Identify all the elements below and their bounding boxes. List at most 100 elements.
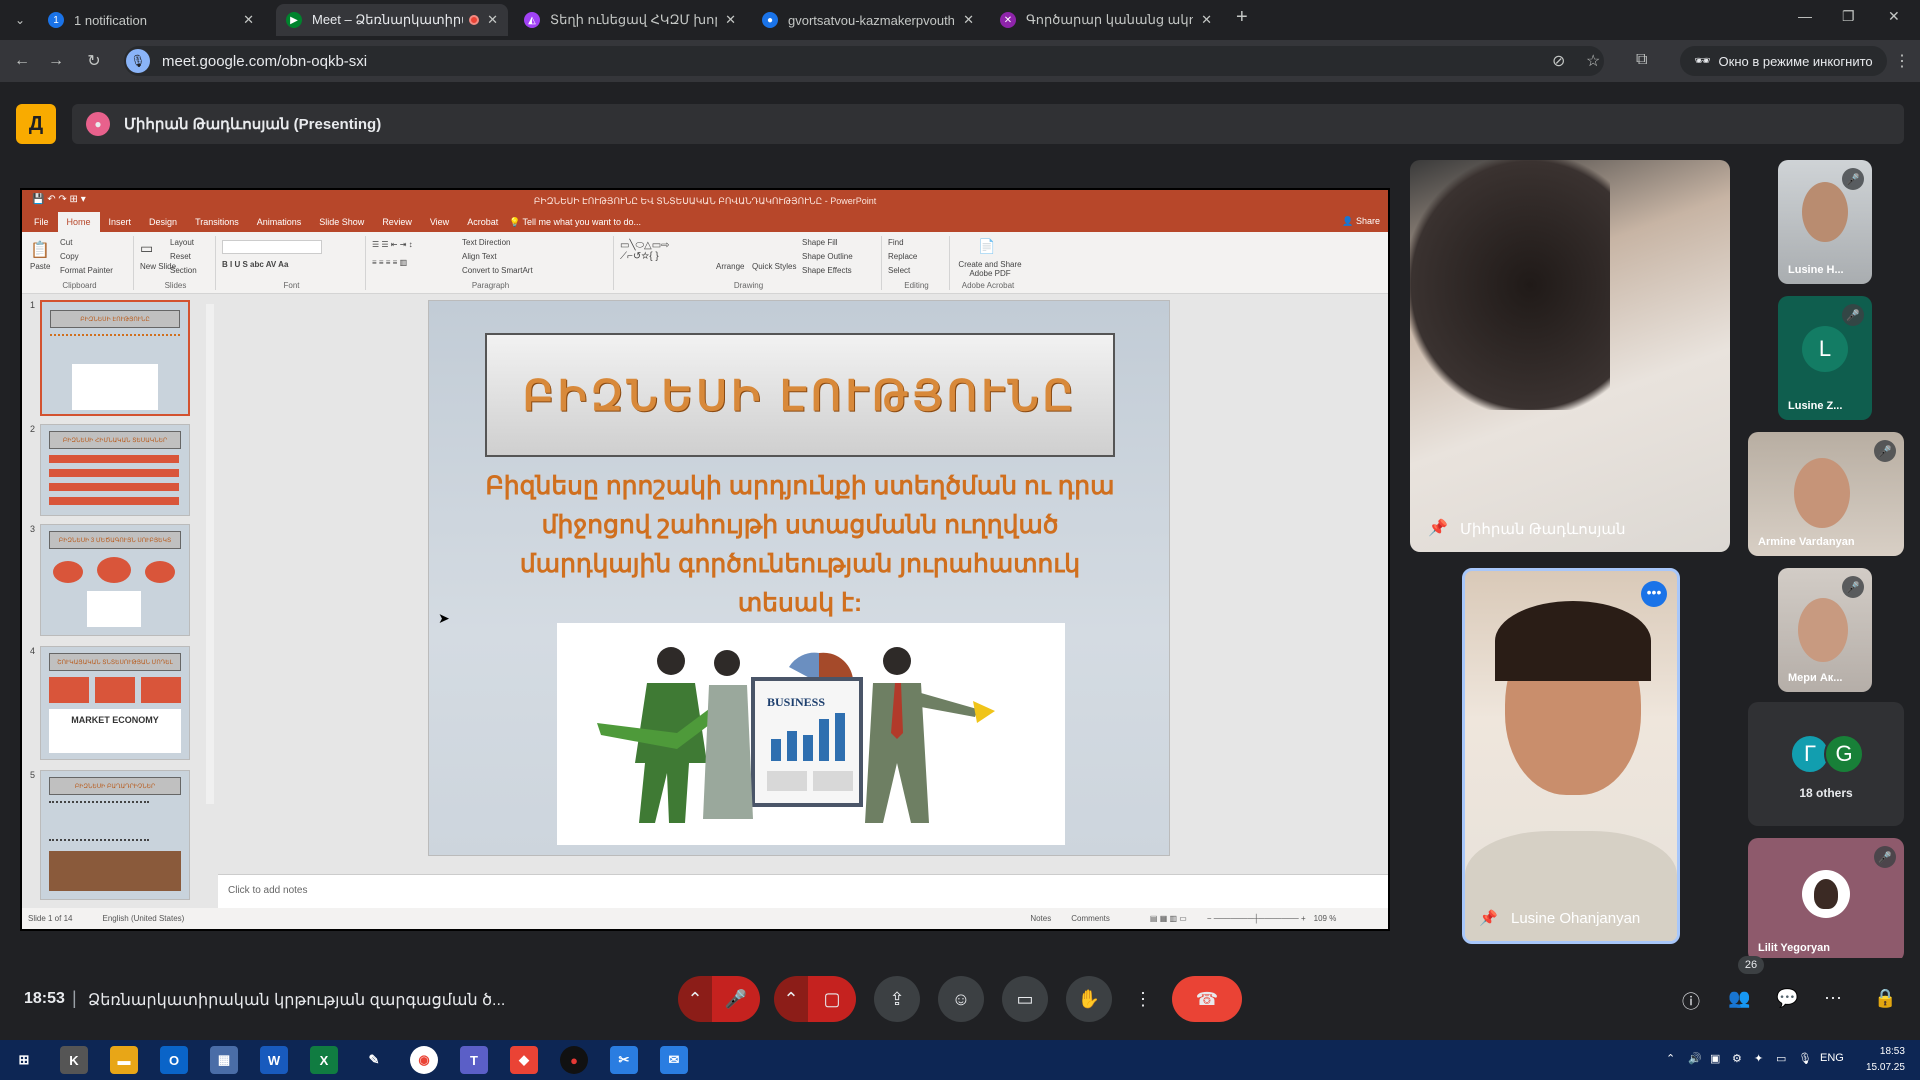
camera-options-chevron-icon[interactable]: ⌃ [774, 976, 808, 1022]
app-logo-icon[interactable]: Д [16, 104, 56, 144]
scissors-icon[interactable]: ✂ [610, 1046, 638, 1074]
minimize-icon[interactable]: — [1798, 8, 1812, 24]
more-options-button[interactable]: ⋮ [1130, 976, 1156, 1022]
close-icon[interactable]: ✕ [243, 12, 254, 28]
chat-icon[interactable]: 💬 [1776, 988, 1798, 1009]
ppt-share-label: Share [1355, 216, 1380, 226]
tab-link[interactable]: ● gvortsatvou-kazmakerpvouthy ✕ [752, 4, 984, 36]
video-tile-meri[interactable]: 🎤 Мери Ак... [1778, 568, 1872, 692]
participant-name: Armine Vardanyan [1758, 536, 1855, 548]
thumb-title: ԲԻԶՆԵՍԻ ՀԻՄՆԱԿԱՆ ՏԵՍԱԿՆԵՐ [49, 431, 181, 449]
tab-club[interactable]: ✕ Գործարար կանանց ակումբ ✕ [990, 4, 1222, 36]
star-icon[interactable]: ☆ [1586, 51, 1600, 71]
tab-search-icon[interactable]: ⌄ [8, 8, 32, 32]
window-close-icon[interactable]: ✕ [1888, 8, 1900, 25]
restore-icon[interactable]: ❐ [1842, 8, 1855, 25]
incognito-badge[interactable]: 🕶 Окно в режиме инкогнито [1680, 46, 1887, 76]
url-text[interactable]: meet.google.com/obn-oqkb-sxi [162, 53, 367, 70]
participant-name: Lusine Z... [1788, 400, 1843, 412]
separator: | [72, 988, 77, 1008]
format-painter-label: Format Painter [60, 266, 113, 275]
address-bar[interactable]: 🎙 meet.google.com/obn-oqkb-sxi [124, 46, 1604, 76]
section-label: Section [170, 266, 197, 275]
others-tile[interactable]: Г G 18 others [1748, 702, 1904, 826]
tab-meet[interactable]: ▶ Meet – Ձեռնարկատիրակ ✕ [276, 4, 508, 36]
record-icon[interactable]: ● [560, 1046, 588, 1074]
calculator-icon[interactable]: ▦ [210, 1046, 238, 1074]
tray-app-icon[interactable]: ⚙ [1732, 1052, 1742, 1065]
reload-icon[interactable]: ↻ [82, 49, 106, 73]
tab-notification[interactable]: 1 1 notification ✕ [38, 4, 264, 36]
meeting-info-icon[interactable]: ⓘ [1682, 988, 1700, 1014]
tray-chevron-icon[interactable]: ⌃ [1666, 1052, 1675, 1065]
participant-avatar: L [1802, 326, 1848, 372]
shared-screen: 💾 ↶ ↷ ⊞ ▾ ԲԻԶՆԵՍԻ ԷՈՒԹՅՈՒՆԸ ԵՎ ՏՆՏԵՍԱԿԱՆ… [20, 188, 1390, 931]
paint-icon[interactable]: ✎ [360, 1046, 388, 1074]
group-label: Clipboard [62, 281, 97, 290]
volume-icon[interactable]: 🔊 [1688, 1052, 1702, 1065]
tray-app-icon[interactable]: ▣ [1710, 1052, 1720, 1065]
people-icon[interactable]: 👥 [1728, 988, 1750, 1009]
video-tile-lusine-h[interactable]: 🎤 Lusine H... [1778, 160, 1872, 284]
mic-options-chevron-icon[interactable]: ⌃ [678, 976, 712, 1022]
ppt-ribbon-tabs: File Home Insert Design Transitions Anim… [22, 212, 1388, 232]
slide-canvas: ԲԻԶՆԵՍԻ ԷՈՒԹՅՈՒՆԸ Բիզնեսը որոշակի արդյու… [218, 294, 1388, 874]
outlook-icon[interactable]: O [160, 1046, 188, 1074]
present-screen-button[interactable]: ⇪ [874, 976, 920, 1022]
thumb-text-lines [49, 801, 149, 841]
list-icons: ☰ ☰ ⇤ ⇥ ↕ [372, 240, 413, 249]
close-icon[interactable]: ✕ [725, 12, 736, 28]
teams-icon[interactable]: T [460, 1046, 488, 1074]
word-icon[interactable]: W [260, 1046, 288, 1074]
back-icon[interactable]: ← [10, 49, 34, 73]
anydesk-icon[interactable]: ◆ [510, 1046, 538, 1074]
slide-title: ԲԻԶՆԵՍԻ ԷՈՒԹՅՈՒՆԸ [485, 333, 1115, 457]
emoji-button[interactable]: ☺ [938, 976, 984, 1022]
raise-hand-button[interactable]: ✋ [1066, 976, 1112, 1022]
status-zoom: 109 % [1313, 914, 1337, 923]
close-icon[interactable]: ✕ [1201, 12, 1212, 28]
host-controls-icon[interactable]: 🔒 [1874, 988, 1896, 1009]
ppt-tab-transitions: Transitions [195, 217, 239, 227]
pin-icon: 📌 [1428, 520, 1448, 537]
thumb-bubble [97, 557, 131, 583]
menu-icon[interactable]: ⋮ [1894, 51, 1910, 71]
tray-app-icon[interactable]: ✦ [1754, 1052, 1763, 1065]
language-indicator[interactable]: ENG [1820, 1052, 1844, 1064]
system-clock[interactable]: 18:53 15.07.25 [1866, 1044, 1905, 1076]
new-tab-icon[interactable]: + [1236, 6, 1248, 29]
shape-effects-label: Shape Effects [802, 266, 852, 275]
video-tile-pinned[interactable]: 📌 Միհրան Թադևոսյան [1410, 160, 1730, 552]
tab-doc[interactable]: ◭ Տեղի ունեցավ ՀԿԶՄ խորհրդ ✕ [514, 4, 746, 36]
clock-date: 15.07.25 [1866, 1062, 1905, 1073]
thumb-box [95, 677, 135, 703]
captions-button[interactable]: ▭ [1002, 976, 1048, 1022]
close-icon[interactable]: ✕ [963, 12, 974, 28]
extensions-icon[interactable]: ⧉ [1636, 51, 1647, 69]
windows-start-icon[interactable]: ⊞ [10, 1046, 38, 1074]
mic-tray-icon[interactable]: 🎙 [1798, 1052, 1812, 1065]
leave-call-button[interactable]: ☎ [1172, 976, 1242, 1022]
ppt-tab-acrobat: Acrobat [467, 217, 499, 227]
more-options-icon[interactable]: ••• [1641, 581, 1667, 607]
video-tile-armine[interactable]: 🎤 Armine Vardanyan [1748, 432, 1904, 556]
close-icon[interactable]: ✕ [487, 12, 498, 28]
camera-off-button[interactable]: ▢ [808, 976, 856, 1022]
mail-icon[interactable]: ✉ [660, 1046, 688, 1074]
eye-off-icon[interactable]: ⊘ [1552, 51, 1565, 71]
activities-icon[interactable]: ⋯ [1824, 988, 1842, 1009]
site-mic-icon[interactable]: 🎙 [126, 49, 150, 73]
thumb-number: 3 [30, 524, 36, 534]
app-icon[interactable]: K [60, 1046, 88, 1074]
link-icon: ● [762, 12, 778, 28]
video-tile-speaker[interactable]: ••• 📌 Lusine Ohanjanyan [1462, 568, 1680, 944]
chrome-icon[interactable]: ◉ [410, 1046, 438, 1074]
excel-icon[interactable]: X [310, 1046, 338, 1074]
file-explorer-icon[interactable]: ▬ [110, 1046, 138, 1074]
video-tile-lilit[interactable]: 🎤 Lilit Yegoryan [1748, 838, 1904, 962]
video-tile-lusine-z[interactable]: L 🎤 Lusine Z... [1778, 296, 1872, 420]
forward-icon[interactable]: → [44, 49, 68, 73]
mic-off-button[interactable]: 🎤 [712, 976, 760, 1022]
thumb-bar [49, 497, 179, 505]
network-icon[interactable]: ▭ [1776, 1052, 1786, 1065]
